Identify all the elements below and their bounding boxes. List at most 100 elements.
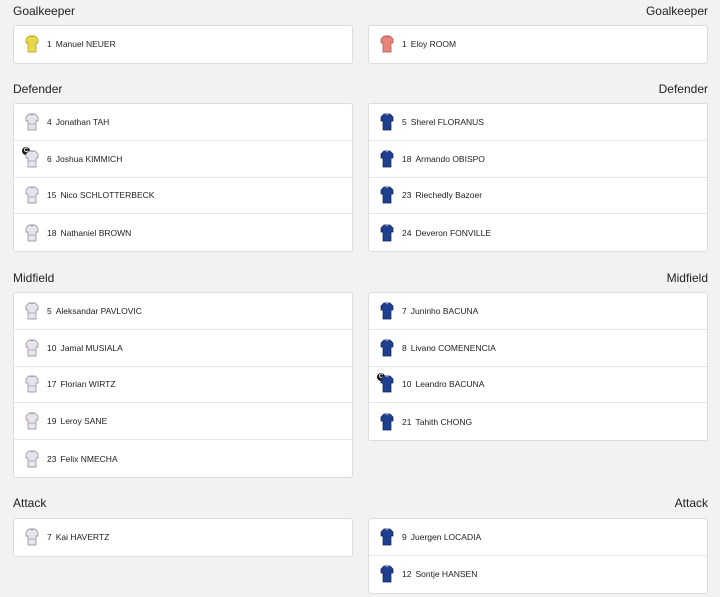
player-name: Manuel NEUER [55,39,116,50]
player-number: 10 [402,379,412,390]
player-row[interactable]: 10 Jamal MUSIALA [14,330,352,367]
player-name: Leroy SANE [60,416,108,427]
home-kit-icon [25,186,39,204]
player-name: Nico SCHLOTTERBECK [60,190,155,201]
player-name: Armando OBISPO [415,153,485,164]
player-number: 8 [402,342,407,353]
away-goalkeeper-card: 1 Eloy ROOM [368,25,708,64]
away-kit-icon [380,339,394,357]
player-number: 6 [47,153,52,164]
player-row[interactable]: 1 Eloy ROOM [369,26,707,63]
player-row[interactable]: 18 Armando OBISPO [369,141,707,178]
player-name: Eloy ROOM [410,39,457,50]
player-number: 15 [47,190,57,201]
player-number: 1 [47,39,52,50]
home-kit-icon [25,412,39,430]
player-row[interactable]: 17 Florian WIRTZ [14,367,352,404]
player-name: Felix NMECHA [60,453,118,464]
section-title-defender-home: Defender [13,82,63,96]
player-name: Jamal MUSIALA [60,342,123,353]
player-name: Tahith CHONG [415,416,473,427]
home-kit-icon [25,113,39,131]
away-kit-icon [380,113,394,131]
player-name: Juergen LOCADIA [410,531,482,542]
player-name: Juninho BACUNA [410,305,479,316]
player-number: 18 [47,227,57,238]
section-title-goalkeeper-away: Goalkeeper [645,4,708,18]
away-midfield-card: 7 Juninho BACUNA 8 Livano COMENENCIA C 1… [368,292,708,442]
player-number: 17 [47,379,57,390]
player-name: Joshua KIMMICH [55,153,123,164]
home-attack-card: 7 Kai HAVERTZ [13,518,353,557]
player-number: 5 [47,305,52,316]
away-kit-icon [380,413,394,431]
player-name: Aleksandar PAVLOVIC [55,305,142,316]
home-midfield-card: 5 Aleksandar PAVLOVIC 10 Jamal MUSIALA 1… [13,292,353,478]
player-name: Florian WIRTZ [60,379,116,390]
player-row[interactable]: 5 Aleksandar PAVLOVIC [14,293,352,330]
away-kit-icon [380,224,394,242]
player-number: 12 [402,569,412,580]
player-row[interactable]: 7 Kai HAVERTZ [14,519,352,556]
away-kit-icon [380,302,394,320]
goalkeeper-kit-icon [380,35,394,53]
player-name: Sontje HANSEN [415,569,478,580]
home-kit-icon [25,339,39,357]
home-kit-icon [25,150,39,168]
player-name: Sherel FLORANUS [410,116,484,127]
home-kit-icon [25,450,39,468]
player-number: 23 [47,453,57,464]
player-number: 4 [47,116,52,127]
player-name: Leandro BACUNA [415,379,485,390]
away-kit-icon [380,528,394,546]
player-row[interactable]: 5 Sherel FLORANUS [369,104,707,141]
goalkeeper-kit-icon [25,35,39,53]
section-title-midfield-home: Midfield [13,271,55,285]
player-row[interactable]: 12 Sontje HANSEN [369,556,707,593]
player-number: 19 [47,416,57,427]
home-kit-icon [25,528,39,546]
player-number: 9 [402,531,407,542]
player-row[interactable]: 4 Jonathan TAH [14,104,352,141]
player-name: Livano COMENENCIA [410,342,496,353]
player-name: Kai HAVERTZ [55,532,110,543]
away-kit-icon [380,375,394,393]
away-defender-card: 5 Sherel FLORANUS 18 Armando OBISPO 23 R… [368,103,708,253]
away-kit-icon [380,150,394,168]
home-kit-icon [25,302,39,320]
player-row[interactable]: 1 Manuel NEUER [14,26,352,63]
player-row[interactable]: 9 Juergen LOCADIA [369,519,707,556]
player-row[interactable]: 8 Livano COMENENCIA [369,330,707,367]
player-row[interactable]: C 6 Joshua KIMMICH [14,141,352,178]
player-name: Nathaniel BROWN [60,227,132,238]
player-number: 23 [402,190,412,201]
home-kit-icon [25,375,39,393]
section-title-goalkeeper-home: Goalkeeper [13,4,76,18]
player-row[interactable]: 19 Leroy SANE [14,403,352,441]
home-goalkeeper-card: 1 Manuel NEUER [13,25,353,64]
player-row[interactable]: 23 Riechedly Bazoer [369,178,707,215]
away-kit-icon [380,186,394,204]
player-number: 1 [402,39,407,50]
player-name: Deveron FONVILLE [415,227,492,238]
player-number: 7 [47,532,52,543]
section-title-midfield-away: Midfield [666,271,708,285]
player-number: 10 [47,342,57,353]
away-attack-card: 9 Juergen LOCADIA 12 Sontje HANSEN [368,518,708,594]
player-number: 7 [402,305,407,316]
player-name: Riechedly Bazoer [415,190,483,201]
player-row[interactable]: 15 Nico SCHLOTTERBECK [14,178,352,215]
player-number: 21 [402,416,412,427]
player-row[interactable]: 7 Juninho BACUNA [369,293,707,330]
player-row[interactable]: 18 Nathaniel BROWN [14,214,352,251]
player-row[interactable]: C 10 Leandro BACUNA [369,367,707,404]
home-defender-card: 4 Jonathan TAH C 6 Joshua KIMMICH 15 Nic… [13,103,353,253]
player-row[interactable]: 24 Deveron FONVILLE [369,214,707,251]
player-number: 5 [402,116,407,127]
player-row[interactable]: 23 Felix NMECHA [14,440,352,477]
player-row[interactable]: 21 Tahith CHONG [369,403,707,440]
away-kit-icon [380,565,394,583]
home-kit-icon [25,224,39,242]
section-title-attack-away: Attack [674,496,708,510]
player-number: 18 [402,153,412,164]
